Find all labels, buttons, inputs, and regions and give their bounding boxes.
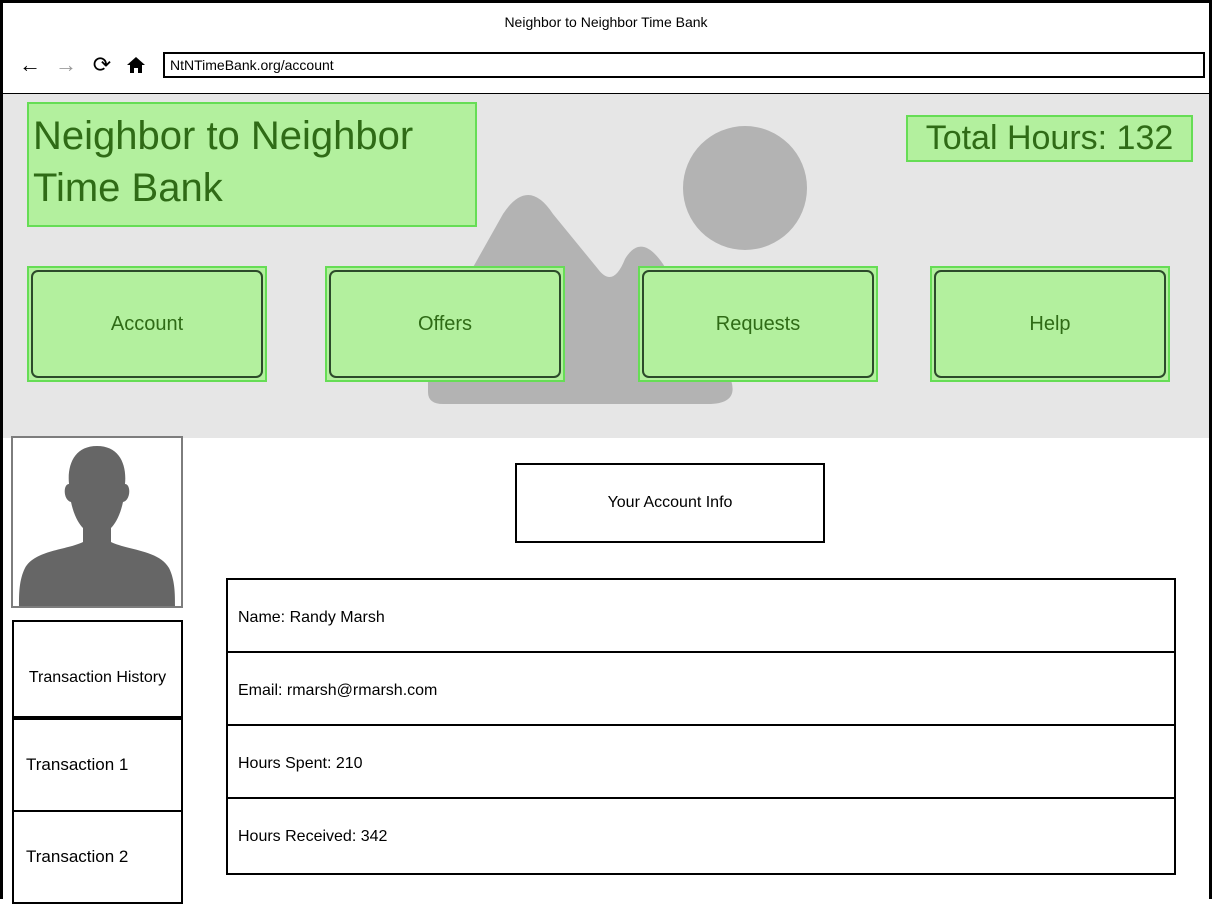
hours-received-row: Hours Received: 342 — [238, 828, 388, 845]
total-hours-badge: Total Hours: 132 — [906, 115, 1193, 162]
browser-window: Neighbor to Neighbor Time Bank ← → ⟳ NtN… — [0, 0, 1212, 904]
nav-help-button[interactable]: Help — [934, 270, 1166, 378]
header-banner: Neighbor to Neighbor Time Bank Total Hou… — [3, 94, 1209, 438]
home-icon[interactable] — [125, 51, 147, 79]
transaction-item[interactable]: Transaction 1 — [12, 720, 183, 812]
transaction-item[interactable]: Transaction 2 — [12, 812, 183, 904]
back-arrow-icon[interactable]: ← — [19, 51, 41, 79]
transaction-history-header: Transaction History — [12, 620, 183, 720]
site-title: Neighbor to Neighbor Time Bank — [27, 102, 477, 227]
nav-offers-button[interactable]: Offers — [329, 270, 561, 378]
nav-account-wrapper: Account — [27, 266, 267, 382]
nav-requests-button[interactable]: Requests — [642, 270, 874, 378]
forward-arrow-icon[interactable]: → — [55, 51, 77, 79]
user-silhouette-icon — [19, 446, 175, 606]
nav-account-button[interactable]: Account — [31, 270, 263, 378]
user-avatar — [11, 436, 183, 608]
reload-icon[interactable]: ⟳ — [91, 51, 113, 79]
browser-navbar: ← → ⟳ NtNTimeBank.org/account — [3, 43, 1209, 94]
account-email-row: Email: rmarsh@rmarsh.com — [228, 653, 1174, 726]
nav-help-wrapper: Help — [930, 266, 1170, 382]
nav-requests-wrapper: Requests — [638, 266, 878, 382]
account-name-row: Name: Randy Marsh — [228, 580, 1174, 653]
window-title: Neighbor to Neighbor Time Bank — [504, 14, 708, 30]
hours-spent-row: Hours Spent: 210 — [228, 726, 1174, 799]
address-bar[interactable]: NtNTimeBank.org/account — [163, 52, 1205, 78]
account-info-heading: Your Account Info — [515, 463, 825, 543]
account-info-table: Name: Randy Marsh Email: rmarsh@rmarsh.c… — [226, 578, 1176, 875]
nav-offers-wrapper: Offers — [325, 266, 565, 382]
